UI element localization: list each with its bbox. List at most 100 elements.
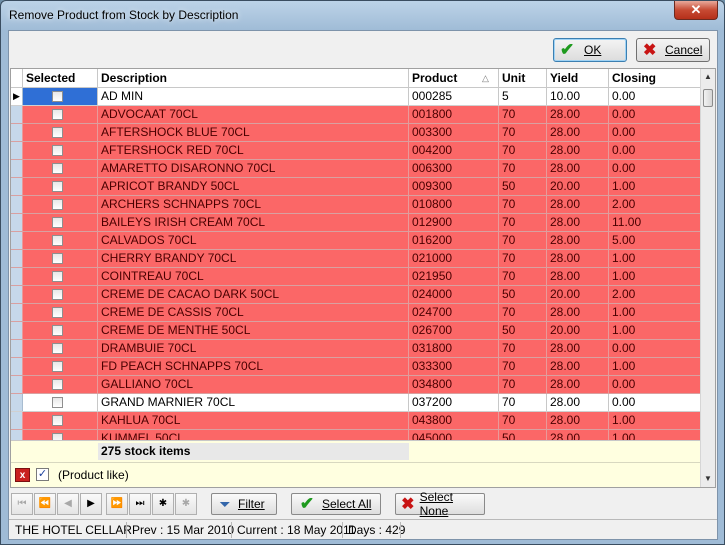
row-selected-cell[interactable] bbox=[23, 160, 98, 177]
filter-button[interactable]: ⏷ Filter bbox=[211, 493, 277, 515]
table-row[interactable]: ADVOCAAT 70CL 001800 70 28.00 0.00 bbox=[11, 106, 701, 124]
row-select-checkbox[interactable] bbox=[52, 343, 63, 354]
clear-filter-button[interactable]: x bbox=[15, 468, 30, 482]
row-selected-cell[interactable] bbox=[23, 250, 98, 267]
table-row[interactable]: AFTERSHOCK RED 70CL 004200 70 28.00 0.00 bbox=[11, 142, 701, 160]
table-row[interactable]: CALVADOS 70CL 016200 70 28.00 5.00 bbox=[11, 232, 701, 250]
row-select-checkbox[interactable] bbox=[52, 415, 63, 426]
row-select-checkbox[interactable] bbox=[52, 91, 63, 102]
row-select-checkbox[interactable] bbox=[52, 235, 63, 246]
row-select-checkbox[interactable] bbox=[52, 361, 63, 372]
row-select-checkbox[interactable] bbox=[52, 109, 63, 120]
select-all-button[interactable]: ✔ Select All bbox=[291, 493, 381, 515]
table-row[interactable]: AFTERSHOCK BLUE 70CL 003300 70 28.00 0.00 bbox=[11, 124, 701, 142]
row-product-code: 043800 bbox=[409, 412, 499, 429]
status-divider bbox=[126, 522, 127, 538]
scroll-thumb[interactable] bbox=[703, 89, 713, 107]
column-header-description[interactable]: Description bbox=[98, 69, 409, 87]
table-row[interactable]: FD PEACH SCHNAPPS 70CL 033300 70 28.00 1.00 bbox=[11, 358, 701, 376]
filter-enabled-checkbox[interactable]: ✓ bbox=[36, 468, 49, 481]
nav-next-page-button[interactable]: ⏩ bbox=[106, 493, 128, 515]
select-none-button[interactable]: ✖ Select None bbox=[395, 490, 485, 518]
nav-prior-page-button[interactable]: ⏪ bbox=[34, 493, 56, 515]
column-header-closing[interactable]: Closing bbox=[609, 69, 701, 87]
row-selected-cell[interactable] bbox=[23, 178, 98, 195]
stock-item-count: 275 stock items bbox=[98, 443, 409, 460]
row-closing: 2.00 bbox=[609, 286, 701, 303]
row-description: AMARETTO DISARONNO 70CL bbox=[98, 160, 409, 177]
table-row[interactable]: APRICOT BRANDY 50CL 009300 50 20.00 1.00 bbox=[11, 178, 701, 196]
row-select-checkbox[interactable] bbox=[52, 397, 63, 408]
row-product-code: 021000 bbox=[409, 250, 499, 267]
row-product-code: 000285 bbox=[409, 88, 499, 105]
row-selected-cell[interactable] bbox=[23, 376, 98, 393]
table-row[interactable]: KAHLUA 70CL 043800 70 28.00 1.00 bbox=[11, 412, 701, 430]
row-indicator bbox=[11, 196, 23, 213]
row-select-checkbox[interactable] bbox=[52, 271, 63, 282]
row-select-checkbox[interactable] bbox=[52, 253, 63, 264]
row-product-code: 003300 bbox=[409, 124, 499, 141]
row-selected-cell[interactable] bbox=[23, 214, 98, 231]
table-row[interactable]: ARCHERS SCHNAPPS 70CL 010800 70 28.00 2.00 bbox=[11, 196, 701, 214]
ok-button[interactable]: ✔ OK bbox=[553, 38, 627, 62]
column-header-selected[interactable]: Selected bbox=[23, 69, 98, 87]
nav-first-button[interactable]: ⏮ bbox=[11, 493, 33, 515]
row-select-checkbox[interactable] bbox=[52, 181, 63, 192]
row-selected-cell[interactable] bbox=[23, 106, 98, 123]
cancel-button[interactable]: ✖ Cancel bbox=[636, 38, 710, 62]
table-row[interactable]: DRAMBUIE 70CL 031800 70 28.00 0.00 bbox=[11, 340, 701, 358]
nav-prior-button[interactable]: ◀ bbox=[57, 493, 79, 515]
row-selected-cell[interactable] bbox=[23, 430, 98, 440]
row-selected-cell[interactable] bbox=[23, 304, 98, 321]
table-row[interactable]: GALLIANO 70CL 034800 70 28.00 0.00 bbox=[11, 376, 701, 394]
row-unit: 5 bbox=[499, 88, 547, 105]
row-selected-cell[interactable] bbox=[23, 394, 98, 411]
table-row[interactable]: KUMMEL 50CL 045000 50 28.00 1.00 bbox=[11, 430, 701, 440]
column-header-yield[interactable]: Yield bbox=[547, 69, 609, 87]
row-selected-cell[interactable] bbox=[23, 142, 98, 159]
row-selected-cell[interactable] bbox=[23, 268, 98, 285]
row-selected-cell[interactable] bbox=[23, 412, 98, 429]
row-select-checkbox[interactable] bbox=[52, 163, 63, 174]
row-select-checkbox[interactable] bbox=[52, 145, 63, 156]
row-selected-cell[interactable] bbox=[23, 88, 98, 105]
row-selected-cell[interactable] bbox=[23, 124, 98, 141]
stock-grid[interactable]: Selected Description Product △ Unit Yiel… bbox=[10, 68, 716, 488]
row-select-checkbox[interactable] bbox=[52, 307, 63, 318]
row-selected-cell[interactable] bbox=[23, 196, 98, 213]
row-select-checkbox[interactable] bbox=[52, 433, 63, 440]
column-header-unit[interactable]: Unit bbox=[499, 69, 547, 87]
window-close-button[interactable]: ✕ bbox=[674, 1, 718, 20]
nav-insert-disabled-button[interactable]: ✱ bbox=[175, 493, 197, 515]
table-row[interactable]: CREME DE MENTHE 50CL 026700 50 20.00 1.00 bbox=[11, 322, 701, 340]
filter-expression[interactable]: (Product like) bbox=[58, 468, 129, 482]
row-select-checkbox[interactable] bbox=[52, 289, 63, 300]
vertical-scrollbar[interactable]: ▲ ▼ bbox=[700, 69, 715, 487]
scroll-up-icon[interactable]: ▲ bbox=[701, 69, 715, 85]
table-row[interactable]: BAILEYS IRISH CREAM 70CL 012900 70 28.00 11.… bbox=[11, 214, 701, 232]
row-select-checkbox[interactable] bbox=[52, 127, 63, 138]
row-select-checkbox[interactable] bbox=[52, 379, 63, 390]
table-row[interactable]: CREME DE CACAO DARK 50CL 024000 50 20.00 2.0… bbox=[11, 286, 701, 304]
row-selected-cell[interactable] bbox=[23, 322, 98, 339]
table-row[interactable]: CREME DE CASSIS 70CL 024700 70 28.00 1.00 bbox=[11, 304, 701, 322]
row-selected-cell[interactable] bbox=[23, 232, 98, 249]
row-selected-cell[interactable] bbox=[23, 286, 98, 303]
row-select-checkbox[interactable] bbox=[52, 217, 63, 228]
row-selected-cell[interactable] bbox=[23, 358, 98, 375]
table-row[interactable]: ▶ AD MIN 000285 5 10.00 0.00 bbox=[11, 88, 701, 106]
row-unit: 70 bbox=[499, 268, 547, 285]
column-header-product[interactable]: Product △ bbox=[409, 69, 499, 87]
row-selected-cell[interactable] bbox=[23, 340, 98, 357]
scroll-down-icon[interactable]: ▼ bbox=[701, 471, 715, 487]
nav-insert-button[interactable]: ✱ bbox=[152, 493, 174, 515]
table-row[interactable]: COINTREAU 70CL 021950 70 28.00 1.00 bbox=[11, 268, 701, 286]
row-select-checkbox[interactable] bbox=[52, 325, 63, 336]
row-description: CALVADOS 70CL bbox=[98, 232, 409, 249]
row-select-checkbox[interactable] bbox=[52, 199, 63, 210]
table-row[interactable]: CHERRY BRANDY 70CL 021000 70 28.00 1.00 bbox=[11, 250, 701, 268]
nav-next-button[interactable]: ▶ bbox=[80, 493, 102, 515]
table-row[interactable]: AMARETTO DISARONNO 70CL 006300 70 28.00 0.00 bbox=[11, 160, 701, 178]
table-row[interactable]: GRAND MARNIER 70CL 037200 70 28.00 0.00 bbox=[11, 394, 701, 412]
nav-last-button[interactable]: ⏭ bbox=[129, 493, 151, 515]
